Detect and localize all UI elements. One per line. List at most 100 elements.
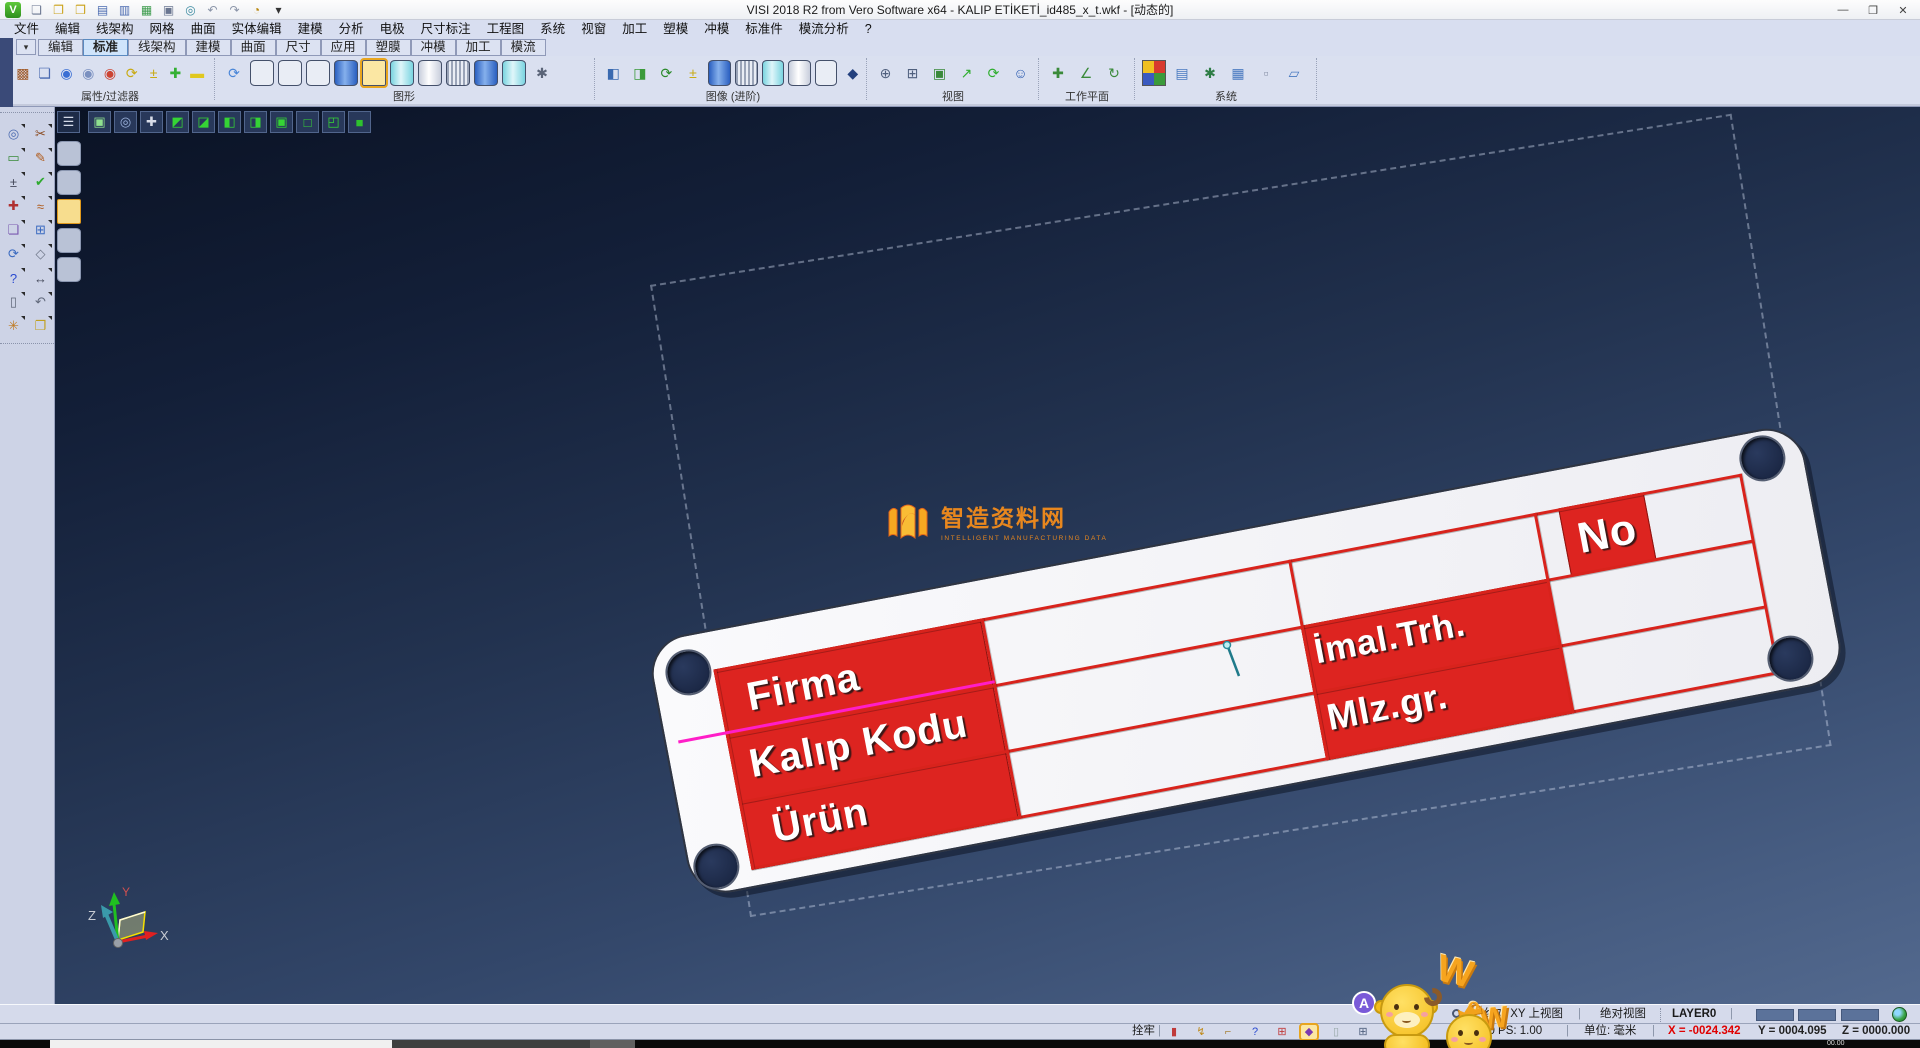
ribbon-tab[interactable]: 曲面 <box>231 39 276 56</box>
layer-slot-4-icon[interactable] <box>57 228 81 253</box>
ribbon-tab[interactable]: 建模 <box>186 39 231 56</box>
wizard-tool-icon[interactable]: ✳ <box>1 315 26 337</box>
bulb-status-icon[interactable]: ▯ <box>1328 1025 1344 1039</box>
layer-slot-1-icon[interactable] <box>57 141 81 166</box>
regen-icon[interactable]: ⟳ <box>222 60 246 86</box>
layer-slot-5-icon[interactable] <box>57 257 81 282</box>
menu-item[interactable]: ? <box>857 20 880 38</box>
view-zoom-icon[interactable]: ◎ <box>114 111 137 133</box>
key-status-icon[interactable]: ⌐ <box>1220 1025 1236 1039</box>
attr-page-icon[interactable]: ❏ <box>36 60 54 86</box>
menu-item[interactable]: 网格 <box>142 20 183 38</box>
close-icon[interactable]: ✕ <box>1888 0 1918 20</box>
select-box-icon[interactable]: ▫ <box>1254 60 1278 86</box>
filter-plus-icon[interactable]: ✚ <box>166 60 184 86</box>
solid-tool-icon[interactable]: ◇ <box>28 243 53 265</box>
help-status-icon[interactable]: ? <box>1247 1025 1263 1039</box>
frame-tool-icon[interactable]: ▭ <box>1 147 26 169</box>
zoom-pm-tool-icon[interactable]: ± <box>1 171 26 193</box>
adv-cyl-blue-icon[interactable] <box>708 60 731 86</box>
data-table-icon[interactable]: ▦ <box>1226 60 1250 86</box>
minimize-icon[interactable]: — <box>1828 0 1858 20</box>
grid-tool-icon[interactable]: ⊞ <box>28 219 53 241</box>
view-fit-icon[interactable]: ▣ <box>88 111 111 133</box>
menu-item[interactable]: 加工 <box>614 20 655 38</box>
menu-item[interactable]: 系统 <box>532 20 573 38</box>
axis-tool-icon[interactable]: ✚ <box>1 195 26 217</box>
menu-item[interactable]: 塑模 <box>655 20 696 38</box>
pan-view-icon[interactable]: ↗ <box>955 60 978 86</box>
view-slot-3[interactable] <box>1841 1009 1879 1021</box>
menu-item[interactable]: 尺寸标注 <box>413 20 479 38</box>
view-slot-1[interactable] <box>1756 1009 1794 1021</box>
gift-status-icon[interactable]: ⊞ <box>1274 1025 1290 1039</box>
menu-item[interactable]: 标准件 <box>737 20 791 38</box>
menu-item[interactable]: 模流分析 <box>791 20 857 38</box>
refresh-tool-icon[interactable]: ⟳ <box>1 243 26 265</box>
view-iso-icon[interactable]: ◰ <box>322 111 345 133</box>
view-axes-icon[interactable]: ✚ <box>140 111 163 133</box>
menu-item[interactable]: 文件 <box>6 20 47 38</box>
display-settings-icon[interactable]: ✱ <box>530 60 554 86</box>
adv-refresh-icon[interactable]: ⟳ <box>655 60 678 86</box>
hidden-line-cyl-icon[interactable] <box>418 60 442 86</box>
attr-paint-icon[interactable]: ▩ <box>14 60 32 86</box>
lock-toggle[interactable]: 拴牢 <box>1132 1024 1155 1039</box>
wireframe-cyl-icon[interactable] <box>446 60 470 86</box>
layer-slot-3-icon[interactable] <box>57 199 81 224</box>
menu-item[interactable]: 实体编辑 <box>224 20 290 38</box>
globe-icon[interactable] <box>1892 1007 1907 1022</box>
grid-status-icon[interactable]: ⊞ <box>1355 1025 1371 1039</box>
transparent-cyl-icon[interactable] <box>390 60 414 86</box>
attributes-tool-icon[interactable]: ❏ <box>1 219 26 241</box>
shaded-cyl-active-icon[interactable] <box>362 60 386 86</box>
ribbon-tab[interactable]: 加工 <box>456 39 501 56</box>
ribbon-tab[interactable]: 标准 <box>83 39 128 56</box>
rotate-view-icon[interactable]: ⟳ <box>982 60 1005 86</box>
spline-tool-icon[interactable]: ≈ <box>28 195 53 217</box>
workplane-status-icon[interactable]: ◆ <box>1301 1025 1317 1039</box>
undo-tool-icon[interactable]: ↶ <box>28 291 53 313</box>
wire-cyl-3-icon[interactable] <box>306 60 330 86</box>
shade-mode-icon[interactable]: ◆ <box>841 60 864 86</box>
view-left-icon[interactable]: ◧ <box>218 111 241 133</box>
ribbon-tab[interactable]: 尺寸 <box>276 39 321 56</box>
wire-cyl-1-icon[interactable] <box>250 60 274 86</box>
zoom-box-icon[interactable]: ⊞ <box>901 60 924 86</box>
filter-traffic-icon[interactable]: ◉ <box>101 60 119 86</box>
ribbon-tab[interactable]: 模流 <box>501 39 546 56</box>
layer-copy-icon[interactable] <box>502 60 526 86</box>
menu-item[interactable]: 工程图 <box>479 20 533 38</box>
zoom-tool-icon[interactable]: ◎ <box>1 123 26 145</box>
shaded-cyl-icon[interactable] <box>334 60 358 86</box>
filter-hide-icon[interactable]: ◉ <box>79 60 97 86</box>
zoom-window-icon[interactable]: ▣ <box>928 60 951 86</box>
ribbon-tab[interactable]: 应用 <box>321 39 366 56</box>
adv-plusminus-icon[interactable]: ± <box>682 60 705 86</box>
viewport-canvas[interactable]: ☰▣◎✚◩◪◧◨▣□◰■ 智造资料网 INTELLIGENT MANUFACTU… <box>55 107 1920 1004</box>
filter-minus-icon[interactable]: ▬ <box>188 60 206 86</box>
measure-tool-icon[interactable]: ↔ <box>28 267 53 289</box>
zoom-extents-icon[interactable]: ⊕ <box>874 60 897 86</box>
view-back-icon[interactable]: □ <box>296 111 319 133</box>
menu-item[interactable]: 编辑 <box>47 20 88 38</box>
snap-flash-icon[interactable]: ↯ <box>1193 1025 1209 1039</box>
shade-view-icon[interactable]: ☺ <box>1009 60 1032 86</box>
wire-cyl-2-icon[interactable] <box>278 60 302 86</box>
adv-cyl-wire-icon[interactable] <box>815 60 838 86</box>
color-table-icon[interactable] <box>1142 60 1166 86</box>
tab-dropdown-icon[interactable]: ▾ <box>16 39 36 55</box>
workplane-angle-icon[interactable]: ∠ <box>1074 60 1098 86</box>
menu-item[interactable]: 视窗 <box>573 20 614 38</box>
workplane-create-icon[interactable]: ✚ <box>1046 60 1070 86</box>
adv-cyl-check-icon[interactable] <box>762 60 785 86</box>
menu-item[interactable]: 线架构 <box>88 20 142 38</box>
ribbon-tab[interactable]: 线架构 <box>128 39 186 56</box>
adv-traffic-icon[interactable]: ◨ <box>629 60 652 86</box>
ribbon-tab[interactable]: 塑膜 <box>366 39 411 56</box>
confirm-tool-icon[interactable]: ✔ <box>28 171 53 193</box>
draft-view-icon[interactable]: ▱ <box>1282 60 1306 86</box>
view-right-icon[interactable]: ◨ <box>244 111 267 133</box>
filter-show-icon[interactable]: ◉ <box>58 60 76 86</box>
adv-show-icon[interactable]: ◧ <box>602 60 625 86</box>
